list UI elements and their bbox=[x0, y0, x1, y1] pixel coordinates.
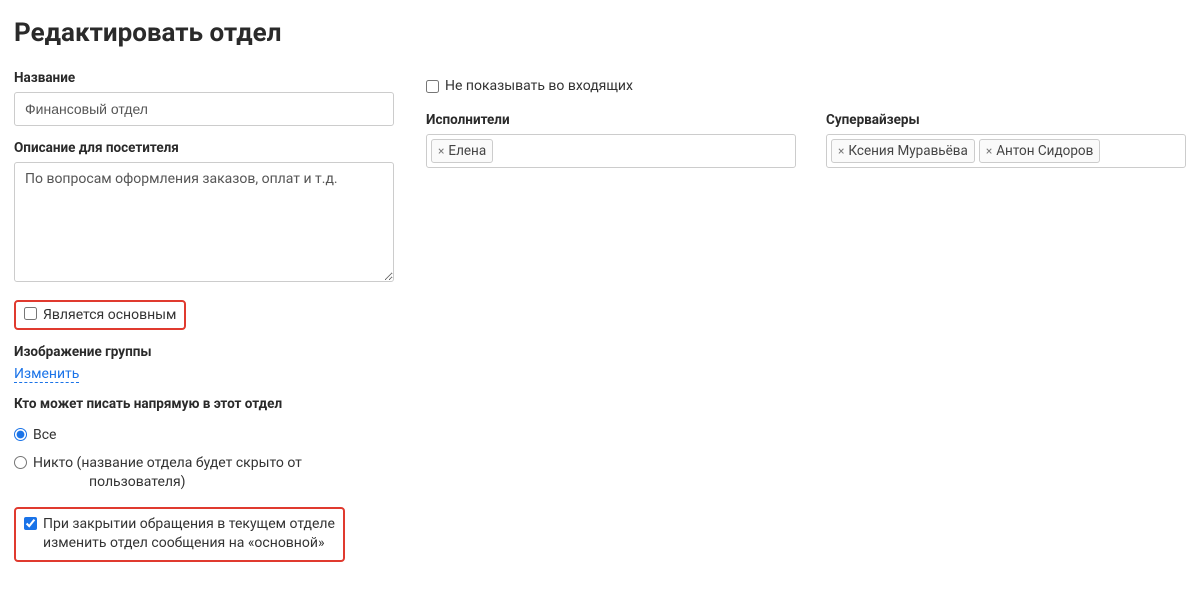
hide-in-inbox-checkbox[interactable] bbox=[426, 80, 439, 93]
radio-all-row[interactable]: Все bbox=[14, 426, 394, 446]
executors-label: Исполнители bbox=[426, 112, 796, 128]
tag-item: ×Антон Сидоров bbox=[979, 139, 1100, 164]
executors-input[interactable]: ×Елена bbox=[426, 134, 796, 168]
is-main-checkbox[interactable] bbox=[24, 307, 37, 320]
who-can-write-label: Кто может писать напрямую в этот отдел bbox=[14, 396, 394, 412]
page-title: Редактировать отдел bbox=[14, 18, 1186, 48]
radio-all[interactable] bbox=[14, 428, 27, 441]
remove-tag-icon[interactable]: × bbox=[838, 143, 844, 160]
radio-none-label: Никто (название отдела будет скрыто от п… bbox=[33, 454, 302, 493]
on-close-label: При закрытии обращения в текущем отделе … bbox=[43, 515, 335, 554]
remove-tag-icon[interactable]: × bbox=[438, 143, 444, 160]
change-image-link[interactable]: Изменить bbox=[14, 366, 79, 383]
tag-label: Елена bbox=[448, 142, 486, 161]
is-main-highlight: Является основным bbox=[14, 300, 186, 330]
tag-label: Антон Сидоров bbox=[996, 142, 1093, 161]
supervisors-label: Супервайзеры bbox=[826, 112, 1186, 128]
description-label: Описание для посетителя bbox=[14, 140, 394, 156]
radio-none[interactable] bbox=[14, 456, 27, 469]
group-image-label: Изображение группы bbox=[14, 344, 394, 360]
on-close-checkbox[interactable] bbox=[24, 517, 37, 530]
tag-item: ×Елена bbox=[431, 139, 493, 164]
tag-label: Ксения Муравьёва bbox=[848, 142, 967, 161]
radio-all-label: Все bbox=[33, 426, 56, 446]
radio-none-row[interactable]: Никто (название отдела будет скрыто от п… bbox=[14, 454, 394, 493]
name-label: Название bbox=[14, 70, 394, 86]
on-close-row[interactable]: При закрытии обращения в текущем отделе … bbox=[24, 515, 335, 554]
remove-tag-icon[interactable]: × bbox=[986, 143, 992, 160]
hide-in-inbox-row[interactable]: Не показывать во входящих bbox=[426, 78, 1186, 94]
description-textarea[interactable]: По вопросам оформления заказов, оплат и … bbox=[14, 162, 394, 282]
tag-item: ×Ксения Муравьёва bbox=[831, 139, 975, 164]
supervisors-input[interactable]: ×Ксения Муравьёва×Антон Сидоров bbox=[826, 134, 1186, 168]
on-close-highlight: При закрытии обращения в текущем отделе … bbox=[14, 507, 345, 562]
name-input[interactable] bbox=[14, 92, 394, 126]
hide-in-inbox-label: Не показывать во входящих bbox=[445, 78, 633, 94]
is-main-label: Является основным bbox=[43, 307, 176, 323]
